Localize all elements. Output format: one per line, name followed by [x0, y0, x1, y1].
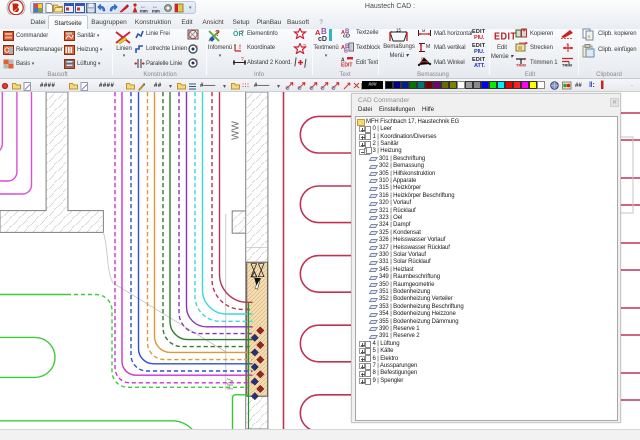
svg-text:?: ? — [241, 30, 244, 36]
svg-text:P: P — [421, 56, 424, 61]
svg-text:R: R — [195, 44, 198, 49]
svg-text:mm: mm — [152, 8, 160, 13]
svg-text:cD: cD — [318, 36, 327, 43]
svg-text:M: M — [426, 44, 430, 50]
svg-text:EDIT: EDIT — [341, 63, 352, 68]
svg-text:15: 15 — [396, 28, 402, 33]
svg-text:HV: HV — [225, 378, 235, 390]
svg-text:?: ? — [303, 44, 306, 50]
svg-text:P: P — [195, 58, 198, 63]
svg-text:TRIM: TRIM — [562, 63, 572, 68]
svg-text:B: B — [344, 49, 348, 54]
svg-text:TRIM: TRIM — [516, 63, 526, 68]
svg-text:a: a — [588, 34, 591, 40]
svg-text:M: M — [422, 28, 425, 33]
svg-text:mm: mm — [140, 8, 148, 13]
svg-text:?: ? — [215, 29, 220, 38]
svg-text:cD: cD — [343, 34, 350, 39]
svg-text:B: B — [321, 28, 327, 36]
svg-text:?: ? — [241, 57, 244, 63]
svg-text:E: E — [567, 42, 570, 47]
svg-text:WW: WW — [231, 121, 242, 140]
svg-text:!: ! — [239, 45, 241, 51]
